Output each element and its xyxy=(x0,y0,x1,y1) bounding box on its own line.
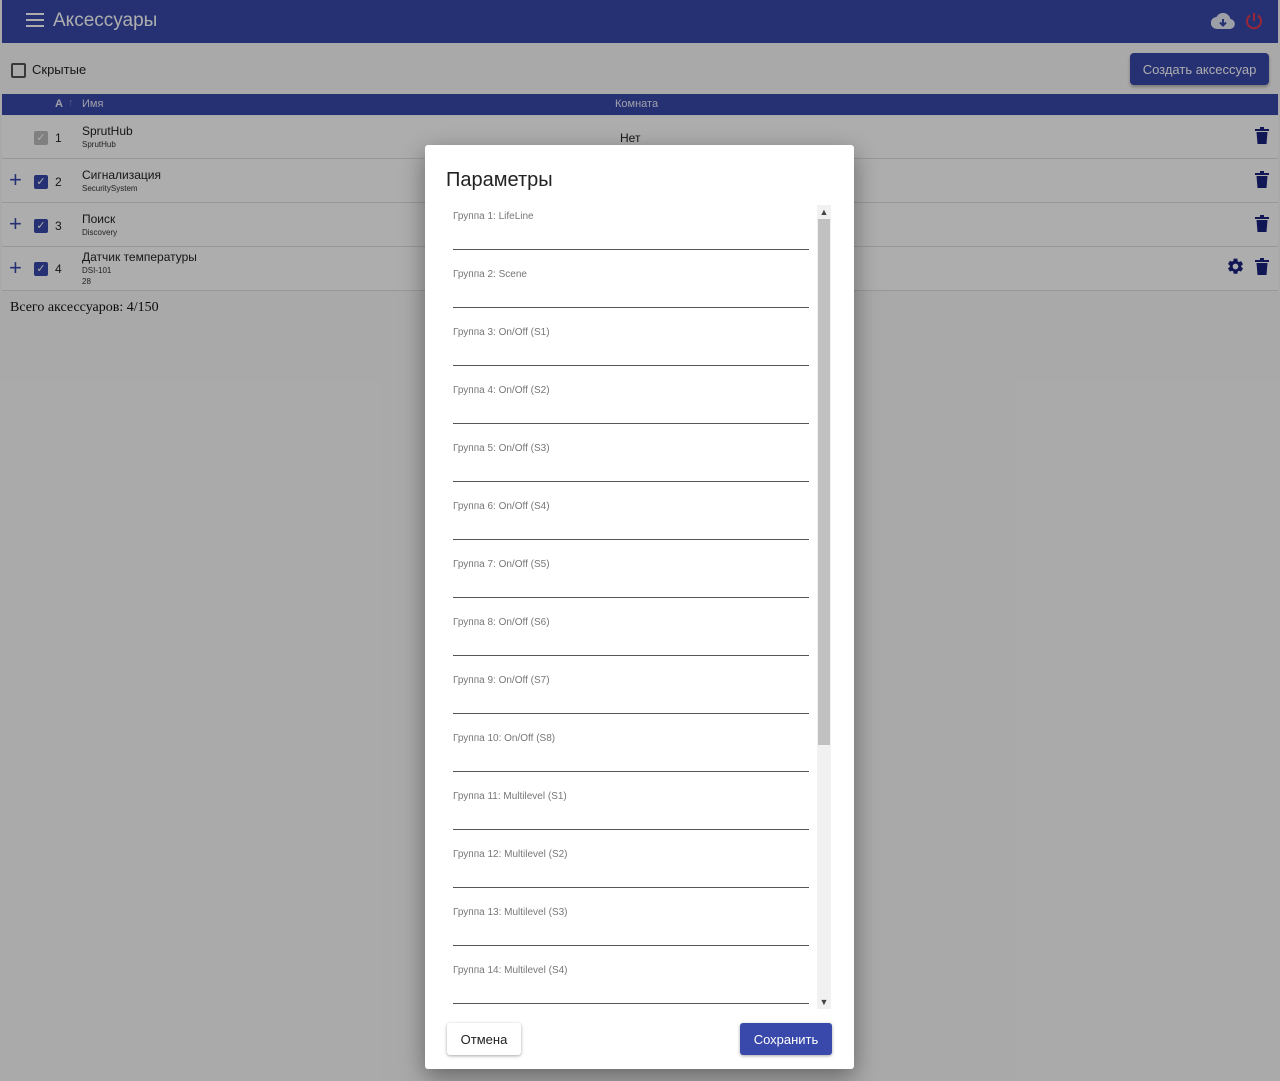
group-3-field[interactable]: Группа 3: On/Off (S1) xyxy=(453,319,809,366)
field-label: Группа 5: On/Off (S3) xyxy=(453,443,550,454)
field-label: Группа 6: On/Off (S4) xyxy=(453,501,550,512)
group-9-field[interactable]: Группа 9: On/Off (S7) xyxy=(453,667,809,714)
field-label: Группа 1: LifeLine xyxy=(453,211,534,222)
field-label: Группа 11: Multilevel (S1) xyxy=(453,791,567,802)
group-5-field[interactable]: Группа 5: On/Off (S3) xyxy=(453,435,809,482)
field-label: Группа 2: Scene xyxy=(453,269,527,280)
group-1-field[interactable]: Группа 1: LifeLine xyxy=(453,203,809,250)
field-label: Группа 4: On/Off (S2) xyxy=(453,385,550,396)
scroll-up-icon[interactable]: ▲ xyxy=(817,205,831,219)
dialog-content[interactable]: Группа 1: LifeLine Группа 2: Scene Групп… xyxy=(425,203,854,1009)
group-2-field[interactable]: Группа 2: Scene xyxy=(453,261,809,308)
field-label: Группа 10: On/Off (S8) xyxy=(453,733,556,744)
field-label: Группа 12: Multilevel (S2) xyxy=(453,849,568,860)
group-4-field[interactable]: Группа 4: On/Off (S2) xyxy=(453,377,809,424)
dialog-title: Параметры xyxy=(446,169,553,191)
field-label: Группа 7: On/Off (S5) xyxy=(453,559,550,570)
group-6-field[interactable]: Группа 6: On/Off (S4) xyxy=(453,493,809,540)
field-label: Группа 14: Multilevel (S4) xyxy=(453,965,568,976)
group-10-field[interactable]: Группа 10: On/Off (S8) xyxy=(453,725,809,772)
group-7-field[interactable]: Группа 7: On/Off (S5) xyxy=(453,551,809,598)
cancel-button[interactable]: Отмена xyxy=(447,1023,521,1055)
group-12-field[interactable]: Группа 12: Multilevel (S2) xyxy=(453,841,809,888)
save-button[interactable]: Сохранить xyxy=(740,1023,832,1055)
group-11-field[interactable]: Группа 11: Multilevel (S1) xyxy=(453,783,809,830)
scroll-down-icon[interactable]: ▼ xyxy=(817,995,831,1009)
group-8-field[interactable]: Группа 8: On/Off (S6) xyxy=(453,609,809,656)
scrollbar-thumb[interactable] xyxy=(818,219,830,745)
group-13-field[interactable]: Группа 13: Multilevel (S3) xyxy=(453,899,809,946)
field-label: Группа 13: Multilevel (S3) xyxy=(453,907,568,918)
parameters-dialog: Параметры Группа 1: LifeLine Группа 2: S… xyxy=(425,145,854,1069)
field-label: Группа 3: On/Off (S1) xyxy=(453,327,550,338)
field-label: Группа 9: On/Off (S7) xyxy=(453,675,550,686)
scrollbar[interactable]: ▲ ▼ xyxy=(817,205,831,1009)
group-14-field[interactable]: Группа 14: Multilevel (S4) xyxy=(453,957,809,1004)
field-label: Группа 8: On/Off (S6) xyxy=(453,617,550,628)
